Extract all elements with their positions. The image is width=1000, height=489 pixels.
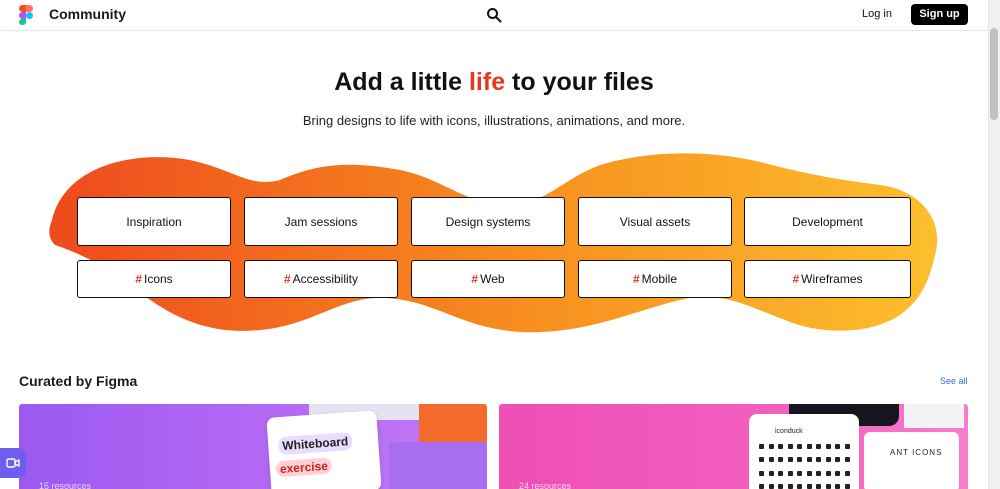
video-camera-icon xyxy=(6,458,20,468)
tag-icons[interactable]: # Icons xyxy=(77,260,231,298)
category-inspiration[interactable]: Inspiration xyxy=(77,197,231,246)
hashtag-icon: # xyxy=(632,272,640,286)
hashtag-icon: # xyxy=(283,272,291,286)
top-navigation-bar: Community Log in Sign up xyxy=(0,0,988,31)
hero-subtitle: Bring designs to life with icons, illust… xyxy=(302,113,686,128)
hero-title: Add a little life to your files xyxy=(334,68,654,96)
hashtag-icon: # xyxy=(471,272,479,286)
icon-set-preview: iconduck xyxy=(749,414,859,489)
scrollbar-thumb[interactable] xyxy=(990,28,998,120)
category-jam-sessions[interactable]: Jam sessions xyxy=(244,197,398,246)
login-link[interactable]: Log in xyxy=(862,8,892,20)
signup-button[interactable]: Sign up xyxy=(911,4,968,25)
search-icon[interactable] xyxy=(486,7,502,23)
section-title-curated: Curated by Figma xyxy=(19,373,138,389)
preview-label: Whiteboard xyxy=(277,432,353,456)
tag-accessibility[interactable]: # Accessibility xyxy=(244,260,398,298)
resource-count: 15 resources xyxy=(39,481,92,489)
resource-count: 24 resources xyxy=(519,481,572,489)
category-visual-assets[interactable]: Visual assets xyxy=(578,197,732,246)
hashtag-icon: # xyxy=(135,272,142,286)
preview-panel xyxy=(419,404,487,444)
tag-wireframes[interactable]: # Wireframes xyxy=(744,260,911,298)
video-record-button[interactable] xyxy=(0,448,26,478)
tag-mobile[interactable]: # Mobile xyxy=(578,260,732,298)
ant-icons-preview: ANT ICONS xyxy=(864,432,959,489)
preview-panel xyxy=(904,404,964,428)
category-development[interactable]: Development xyxy=(744,197,911,246)
community-link[interactable]: Community xyxy=(49,6,126,22)
curated-card-icons[interactable]: iconduck ANT ICONS 24 resources xyxy=(499,404,968,489)
preview-brand: iconduck xyxy=(775,428,803,435)
see-all-link[interactable]: See all xyxy=(940,376,968,386)
whiteboard-preview: Whiteboard exercise xyxy=(266,410,382,489)
tag-web[interactable]: # Web xyxy=(411,260,565,298)
curated-card-whiteboard[interactable]: Whiteboard exercise 15 resources xyxy=(19,404,487,489)
preview-label: exercise xyxy=(275,457,333,478)
preview-panel xyxy=(389,442,487,489)
hashtag-icon: # xyxy=(792,272,800,286)
preview-label: ANT ICONS xyxy=(890,448,943,457)
hero-title-accent: life xyxy=(468,68,506,96)
category-design-systems[interactable]: Design systems xyxy=(411,197,565,246)
icon-grid xyxy=(759,444,851,489)
figma-logo[interactable] xyxy=(19,5,33,25)
